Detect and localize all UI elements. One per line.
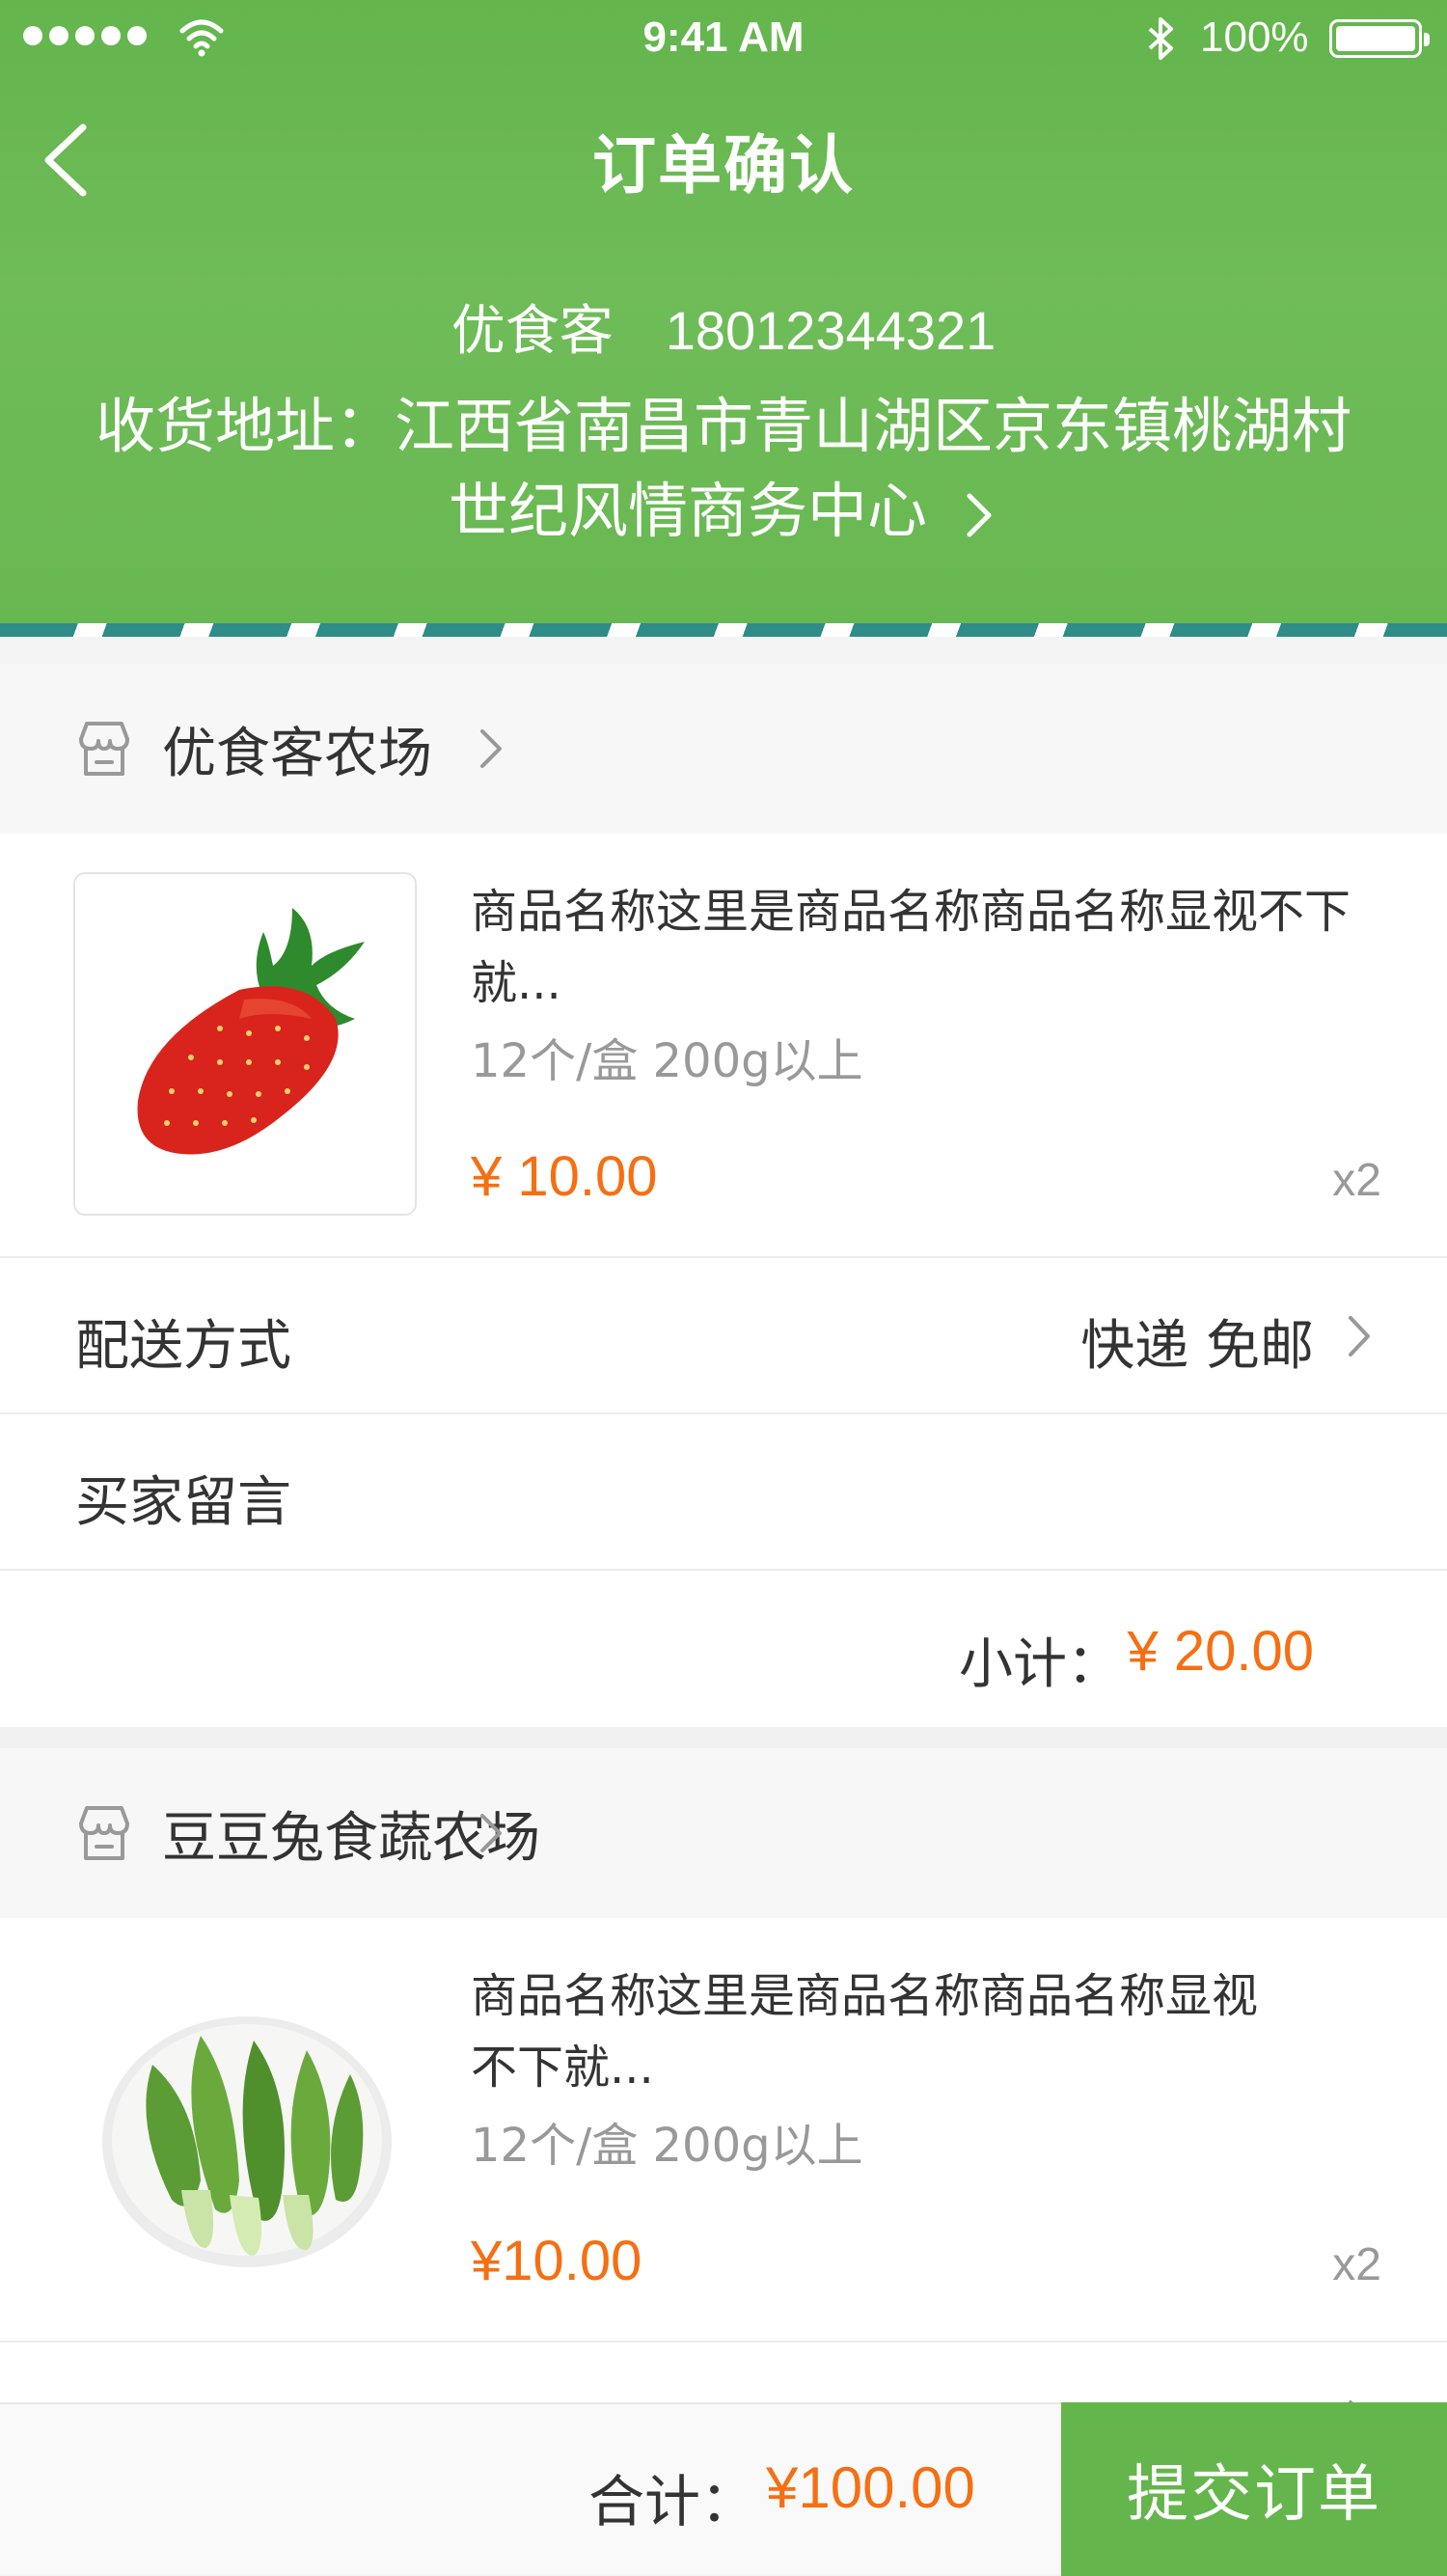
- address-selector[interactable]: 收货地址：江西省南昌市青山湖区京东镇桃湖村世纪风情商务中心: [77, 384, 1370, 554]
- submit-order-button[interactable]: 提交订单: [1061, 2402, 1447, 2576]
- delivery-value: 快递 免邮: [1080, 1315, 1314, 1378]
- store-icon: [79, 722, 129, 776]
- battery-percent: 100%: [1200, 14, 1309, 61]
- address-text: 收货地址：江西省南昌市青山湖区京东镇桃湖村世纪风情商务中心: [95, 391, 1351, 546]
- status-bar: 9:41 AM 100%: [0, 0, 1447, 77]
- item-name: 商品名称这里是商品名称商品名称显视不下就...: [471, 1969, 1259, 2095]
- buyer-message-label: 买家留言: [75, 1471, 291, 1534]
- item-spec: 12个/盒 200g以上: [471, 2119, 863, 2173]
- buyer-message-row[interactable]: 买家留言: [0, 1412, 1447, 1569]
- recipient-name: 优食客: [450, 300, 614, 363]
- chevron-right-icon: [480, 729, 502, 768]
- item-quantity: x2: [1332, 1155, 1381, 1206]
- chevron-right-icon: [967, 493, 992, 537]
- page-title: 订单确认: [592, 128, 855, 203]
- subtotal-label: 小计：: [959, 1633, 1121, 1696]
- item-price: ¥ 10.00: [471, 1145, 658, 1208]
- store-icon: [79, 1806, 129, 1860]
- strawberry-image: [73, 872, 417, 1216]
- order-item[interactable]: 商品名称这里是商品名称商品名称显视不下就... 12个/盒 200g以上 ¥10…: [0, 1918, 1447, 2343]
- shop-header[interactable]: 豆豆兔食蔬农场: [0, 1748, 1447, 1918]
- bok-choy-image: [73, 1957, 417, 2300]
- total-value: ¥100.00: [766, 2455, 975, 2520]
- section-divider: [0, 1727, 1447, 1748]
- item-price: ¥10.00: [471, 2230, 642, 2292]
- item-spec: 12个/盒 200g以上: [471, 1034, 863, 1088]
- delivery-method-row[interactable]: 配送方式 快递 免邮: [0, 1256, 1447, 1412]
- bluetooth-icon: [1148, 17, 1173, 60]
- checkout-bar: 合计： ¥100.00 提交订单: [0, 2402, 1447, 2576]
- order-item[interactable]: 商品名称这里是商品名称商品名称显视不下就... 12个/盒 200g以上 ¥ 1…: [0, 834, 1447, 1258]
- shop-header[interactable]: 优食客农场: [0, 664, 1447, 834]
- item-quantity: x2: [1332, 2239, 1381, 2290]
- header: 9:41 AM 100% 订单确认 优食客 18012344321 收货地址：江西…: [0, 0, 1447, 637]
- delivery-label: 配送方式: [75, 1315, 291, 1378]
- chevron-right-icon: [1349, 1316, 1370, 1357]
- address-border-stripe: [0, 623, 1447, 637]
- chevron-right-icon: [480, 1814, 502, 1852]
- subtotal-value: ¥ 20.00: [1127, 1620, 1314, 1683]
- battery-icon: [1329, 19, 1430, 58]
- recipient-phone: 18012344321: [665, 300, 997, 361]
- total-label: 合计：: [588, 2469, 757, 2535]
- address-contact: 优食客 18012344321: [0, 288, 1447, 366]
- subtotal-row: 小计： ¥ 20.00: [0, 1569, 1447, 1727]
- item-name: 商品名称这里是商品名称商品名称显视不下就...: [471, 885, 1351, 1010]
- shop-name: 优食客农场: [162, 722, 432, 785]
